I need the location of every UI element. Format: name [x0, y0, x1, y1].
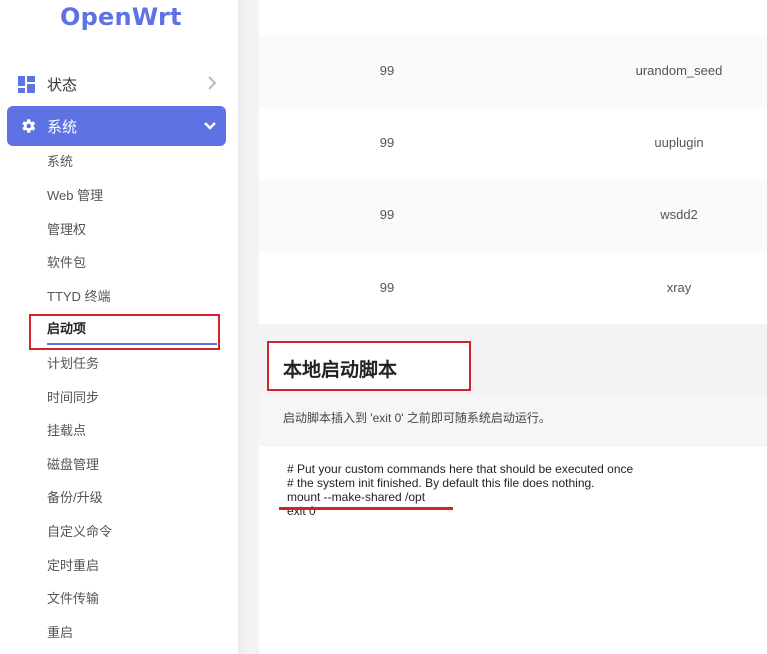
sidebar-item-time-sync[interactable]: 时间同步: [47, 387, 99, 409]
sidebar-item-system[interactable]: 系统: [47, 151, 73, 173]
sidebar-item-scheduled-tasks[interactable]: 计划任务: [47, 353, 99, 375]
menu-status-label: 状态: [47, 76, 78, 94]
sidebar-item-scheduled-reboot[interactable]: 定时重启: [47, 555, 99, 577]
gear-icon: [19, 117, 37, 135]
table-row: 99 xray: [259, 252, 767, 324]
sidebar-item-backup[interactable]: 备份/升级: [47, 487, 103, 509]
sidebar-item-file-transfer[interactable]: 文件传输: [47, 588, 99, 610]
highlight-underline: [279, 507, 453, 510]
service-name-cell: urandom_seed: [635, 63, 723, 78]
sidebar-item-ttyd[interactable]: TTYD 终端: [47, 286, 111, 308]
sidebar-item-startup[interactable]: 启动项: [47, 318, 86, 340]
dashboard-icon: [18, 75, 35, 93]
section-title: 本地启动脚本: [283, 360, 398, 381]
service-name-cell: wsdd2: [660, 207, 698, 222]
startup-table: 99 urandom_seed 99 uuplugin 99 wsdd2 99 …: [259, 0, 767, 324]
menu-status[interactable]: 状态: [18, 70, 218, 98]
script-line: # the system init finished. By default t…: [287, 476, 595, 490]
sidebar-item-packages[interactable]: 软件包: [47, 252, 86, 274]
main-content: 99 urandom_seed 99 uuplugin 99 wsdd2 99 …: [259, 0, 767, 654]
menu-system[interactable]: 系统: [7, 106, 226, 146]
chevron-right-icon: [208, 76, 217, 93]
description-panel: 启动脚本插入到 'exit 0' 之前即可随系统启动运行。: [259, 395, 767, 445]
priority-cell: 99: [379, 63, 395, 78]
sidebar-item-admin[interactable]: 管理权: [47, 219, 86, 241]
priority-cell: 99: [379, 280, 395, 295]
service-name-cell: xray: [666, 280, 692, 295]
table-row: 99 wsdd2: [259, 180, 767, 253]
menu-system-label: 系统: [47, 118, 78, 136]
sidebar-item-custom-commands[interactable]: 自定义命令: [47, 521, 112, 543]
service-name-cell: uuplugin: [654, 135, 704, 150]
sidebar-item-mount-points[interactable]: 挂载点: [47, 420, 86, 442]
sidebar: OpenWrt 状态 系统 系统 Web 管理 管理权 软件包 TTYD 终端 …: [0, 0, 238, 654]
table-row-partial: [259, 0, 767, 37]
sidebar-item-disk-manage[interactable]: 磁盘管理: [47, 454, 99, 476]
priority-cell: 99: [379, 135, 395, 150]
startup-script-textarea[interactable]: # Put your custom commands here that sho…: [259, 446, 767, 654]
section-description: 启动脚本插入到 'exit 0' 之前即可随系统启动运行。: [283, 411, 551, 425]
script-line: # Put your custom commands here that sho…: [287, 462, 634, 476]
sidebar-item-reboot[interactable]: 重启: [47, 622, 73, 644]
priority-cell: 99: [379, 207, 395, 222]
script-line: mount --make-shared /opt: [287, 490, 426, 504]
table-row: 99 uuplugin: [259, 108, 767, 181]
table-row: 99 urandom_seed: [259, 36, 767, 109]
chevron-down-icon: [204, 118, 216, 136]
sidebar-item-web-admin[interactable]: Web 管理: [47, 185, 103, 207]
openwrt-logo[interactable]: OpenWrt: [60, 3, 182, 31]
active-indicator: [47, 343, 217, 345]
